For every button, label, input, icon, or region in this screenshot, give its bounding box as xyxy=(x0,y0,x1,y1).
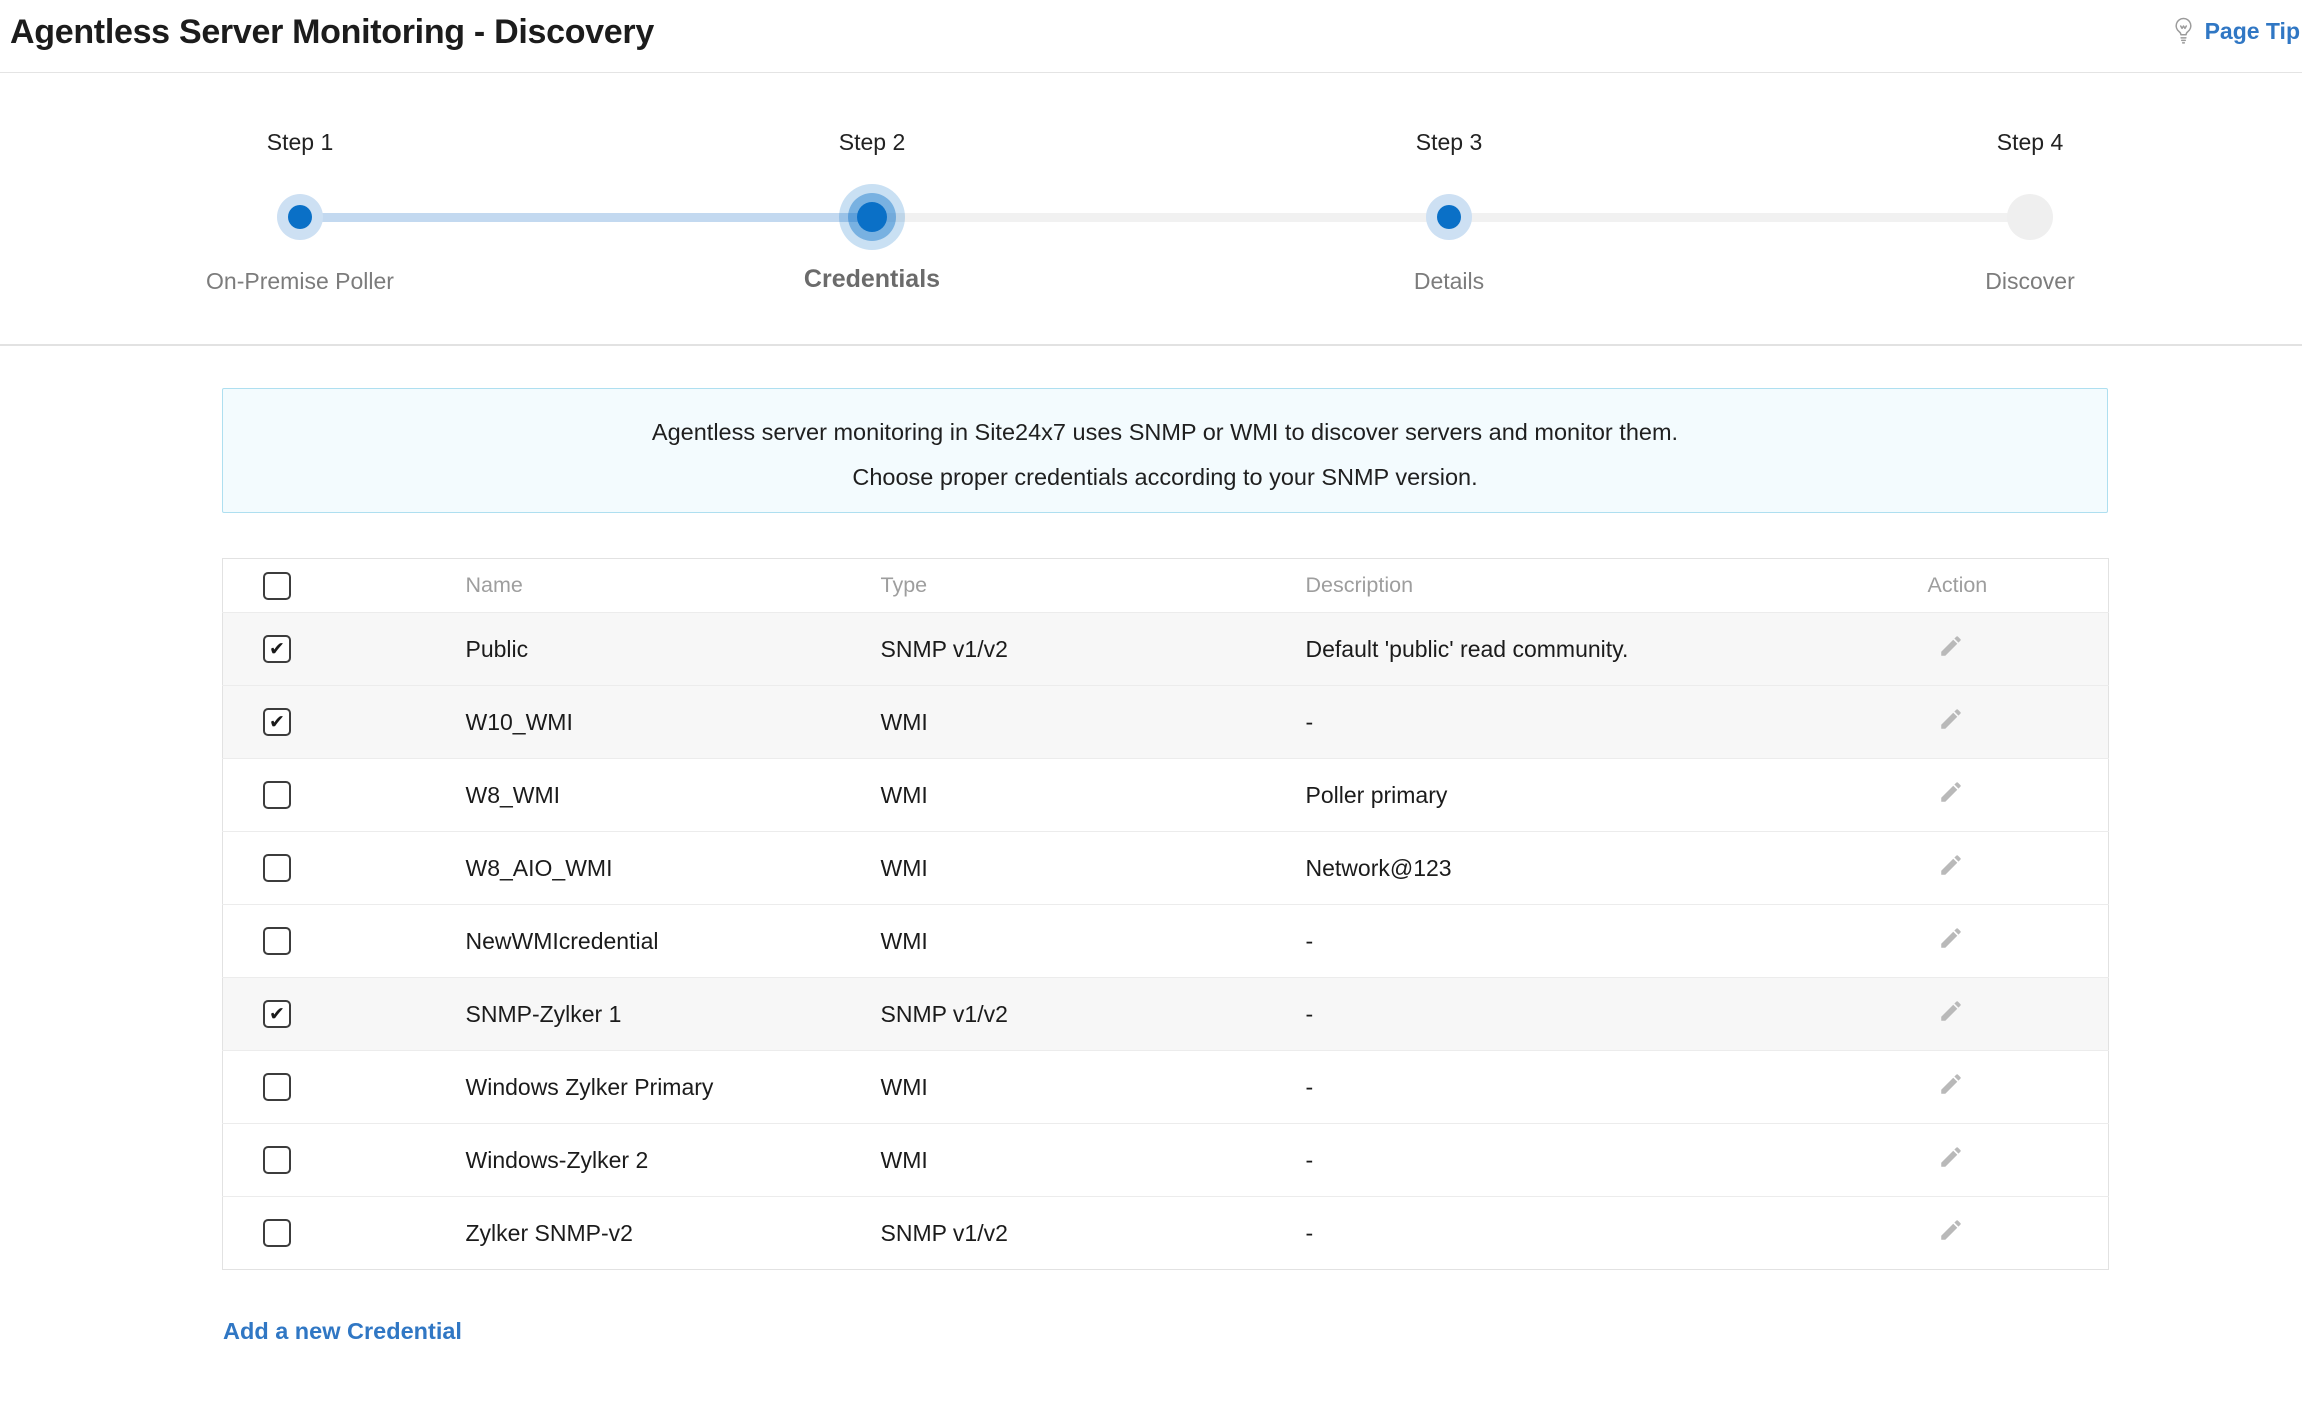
cell-type: SNMP v1/v2 xyxy=(880,977,1306,1051)
row-checkbox[interactable] xyxy=(263,1219,291,1247)
column-header-action: Action xyxy=(1927,558,2109,613)
edit-pencil-icon[interactable] xyxy=(1938,852,1964,878)
info-banner: Agentless server monitoring in Site24x7 … xyxy=(222,388,2108,513)
credentials-table: Name Type Description Action ✔ Public SNMP… xyxy=(222,558,2109,1270)
cell-type: SNMP v1/v2 xyxy=(880,612,1306,686)
edit-pencil-icon[interactable] xyxy=(1938,1071,1964,1097)
step-number: Step 3 xyxy=(1415,129,1483,155)
credential-row: NewWMIcredential WMI - xyxy=(222,904,2109,978)
discovery-step-indicator: Step 1 On-Premise Poller Step 2 Credenti… xyxy=(0,73,2302,346)
cell-name: Public xyxy=(465,612,881,686)
cell-description: - xyxy=(1305,904,1928,978)
edit-pencil-icon[interactable] xyxy=(1938,1144,1964,1170)
credentials-table-body: ✔ Public SNMP v1/v2 Default 'public' read c… xyxy=(222,612,2109,1270)
column-header-type: Type xyxy=(880,558,1306,613)
select-all-checkbox[interactable] xyxy=(263,571,291,600)
column-header-name: Name xyxy=(465,558,881,613)
credential-row: ✔ SNMP-Zylker 1 SNMP v1/v2- xyxy=(222,977,2109,1051)
edit-pencil-icon[interactable] xyxy=(1938,1217,1964,1243)
cell-type: WMI xyxy=(880,685,1306,759)
cell-type: SNMP v1/v2 xyxy=(880,1219,1008,1246)
step-3-details: Step 3 Details xyxy=(1229,73,1669,344)
credential-row: W8_AIO_WMI WMI Network@123 xyxy=(222,831,2109,905)
credential-row: ✔ Public SNMP v1/v2 Default 'public' read c… xyxy=(222,612,2109,686)
cell-description: - xyxy=(1305,685,1928,759)
row-checkbox[interactable]: ✔ xyxy=(263,708,291,736)
credential-row: Zylker SNMP-v2 SNMP v1/v2 - xyxy=(223,1197,2109,1270)
credential-row: W8_WMI WMI Poller primary xyxy=(222,758,2109,832)
step-dot-active[interactable] xyxy=(857,202,887,232)
add-credential-link[interactable]: Add a new Credential xyxy=(223,1318,462,1345)
cell-name: W8_WMI xyxy=(465,758,881,832)
cell-description: Default 'public' read community. xyxy=(1305,612,1928,686)
cell-name: Zylker SNMP-v2 xyxy=(465,1219,633,1246)
step-4-discover: Step 4 Discover xyxy=(1810,73,2250,344)
row-checkbox[interactable] xyxy=(263,781,291,809)
row-checkbox[interactable] xyxy=(263,1073,291,1101)
column-header-description: Description xyxy=(1305,558,1928,613)
lightbulb-icon xyxy=(2171,16,2196,46)
step-dot[interactable] xyxy=(288,205,312,229)
step-number: Step 2 xyxy=(838,129,906,155)
cell-type: WMI xyxy=(880,904,1306,978)
row-checkbox[interactable] xyxy=(263,927,291,955)
cell-type: WMI xyxy=(880,758,1306,832)
edit-pencil-icon[interactable] xyxy=(1938,779,1964,805)
cell-name: Windows Zylker Primary xyxy=(465,1050,881,1124)
row-checkbox[interactable]: ✔ xyxy=(263,1000,291,1028)
cell-description: - xyxy=(1305,977,1928,1051)
row-checkbox[interactable]: ✔ xyxy=(263,635,291,663)
cell-name: W10_WMI xyxy=(465,685,881,759)
step-1-on-premise-poller: Step 1 On-Premise Poller xyxy=(80,73,520,344)
cell-type: WMI xyxy=(880,1123,1306,1197)
step-number: Step 1 xyxy=(266,129,334,155)
edit-pencil-icon[interactable] xyxy=(1938,925,1964,951)
step-label: Credentials xyxy=(803,265,941,293)
cell-name: Windows-Zylker 2 xyxy=(465,1123,881,1197)
cell-name: NewWMIcredential xyxy=(465,904,881,978)
page-header: Agentless Server Monitoring - Discovery … xyxy=(0,0,2302,73)
credential-row: Windows Zylker Primary WMI - xyxy=(222,1050,2109,1124)
info-banner-line2: Choose proper credentials according to y… xyxy=(852,464,1478,490)
step-number: Step 4 xyxy=(1996,129,2064,155)
info-banner-line1: Agentless server monitoring in Site24x7 … xyxy=(651,419,1679,445)
cell-name: W8_AIO_WMI xyxy=(465,831,881,905)
row-checkbox[interactable] xyxy=(263,1146,291,1174)
step-label: On-Premise Poller xyxy=(206,268,394,294)
step-2-credentials: Step 2 Credentials xyxy=(652,73,1092,344)
credential-row: Windows-Zylker 2 WMI - xyxy=(222,1123,2109,1197)
edit-pencil-icon[interactable] xyxy=(1938,706,1964,732)
page-tip-label: Page Tip xyxy=(2204,17,2300,44)
cell-description: Network@123 xyxy=(1305,831,1928,905)
step-dot[interactable] xyxy=(2007,194,2053,240)
cell-name: SNMP-Zylker 1 xyxy=(465,977,881,1051)
cell-description: - xyxy=(1305,1050,1928,1124)
step-label: Details xyxy=(1413,268,1485,294)
step-dot[interactable] xyxy=(1437,205,1461,229)
cell-description: Poller primary xyxy=(1305,758,1928,832)
edit-pencil-icon[interactable] xyxy=(1938,633,1964,659)
page-title: Agentless Server Monitoring - Discovery xyxy=(10,13,654,51)
edit-pencil-icon[interactable] xyxy=(1938,998,1964,1024)
row-checkbox[interactable] xyxy=(263,854,291,882)
credential-row: ✔ W10_WMI WMI - xyxy=(222,685,2109,759)
step-label: Discover xyxy=(1985,268,2075,294)
page-tip-button[interactable]: Page Tip xyxy=(2171,16,2302,46)
cell-description: - xyxy=(1305,1123,1928,1197)
cell-description: - xyxy=(1305,1219,1314,1246)
cell-type: WMI xyxy=(880,1050,1306,1124)
table-header-row: Name Type Description Action xyxy=(222,558,2109,613)
cell-type: WMI xyxy=(880,831,1306,905)
